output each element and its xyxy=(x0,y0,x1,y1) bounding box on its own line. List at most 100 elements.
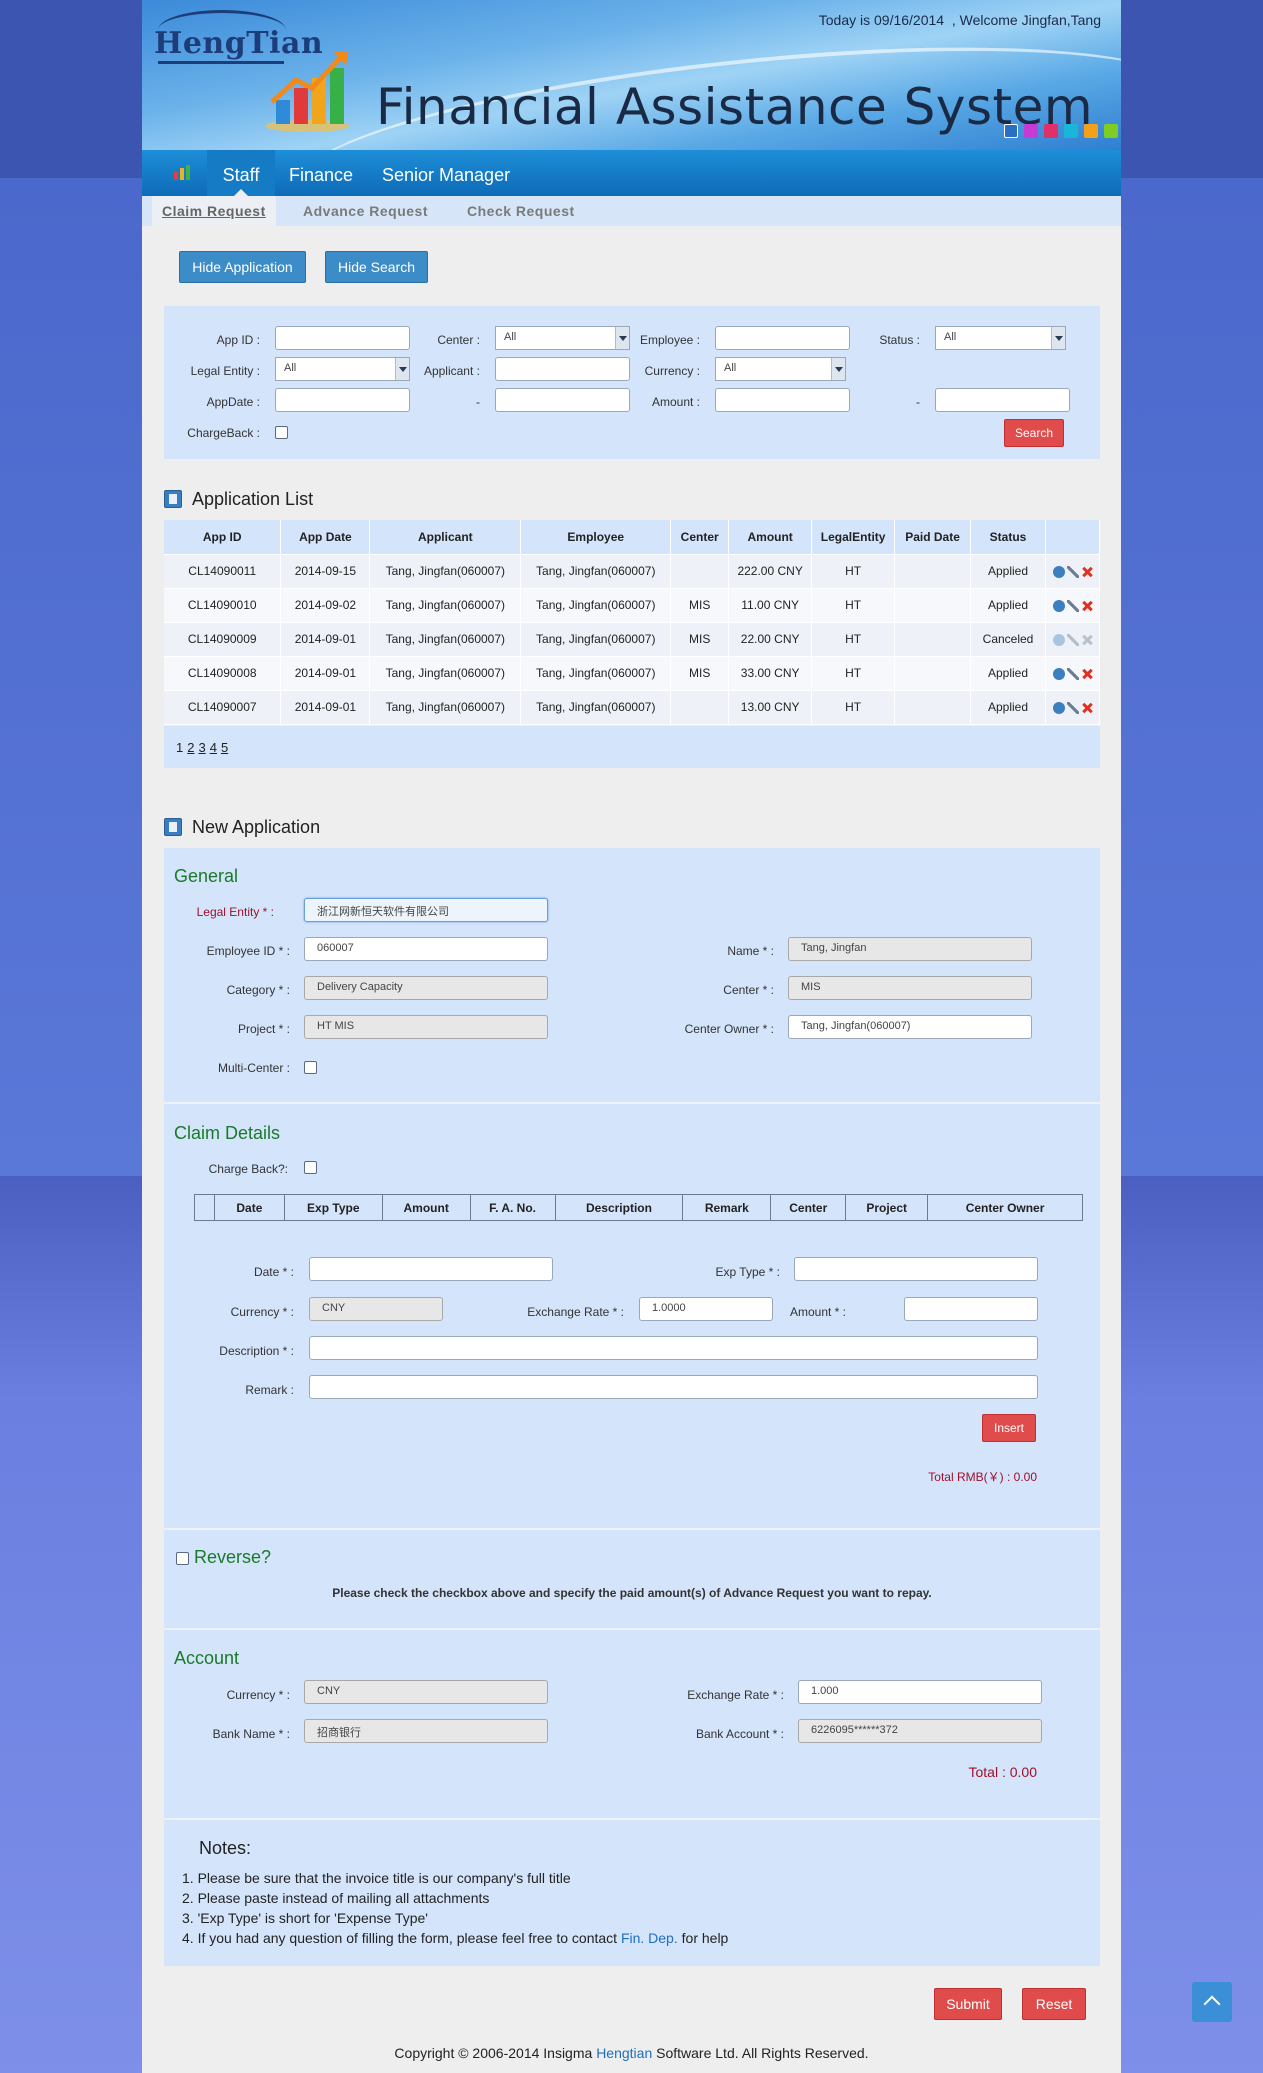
scroll-to-top-icon[interactable] xyxy=(1192,1982,1232,2022)
appdate-dash: - xyxy=(476,395,480,409)
col-employee[interactable]: Employee xyxy=(520,520,672,554)
center-select[interactable]: All xyxy=(495,326,630,350)
wrench-icon[interactable] xyxy=(1066,565,1079,578)
col-paid-date[interactable]: Paid Date xyxy=(894,520,972,554)
account-exchange-rate-field[interactable]: 1.000 xyxy=(798,1680,1042,1704)
theme-green-swatch[interactable] xyxy=(1104,124,1118,138)
hengtian-link[interactable]: Hengtian xyxy=(596,2045,652,2061)
edit-icon[interactable] xyxy=(1052,667,1065,680)
description-field[interactable] xyxy=(309,1336,1038,1360)
col-remark: Remark xyxy=(682,1194,772,1221)
wrench-icon[interactable] xyxy=(1066,667,1079,680)
col-legal-entity[interactable]: LegalEntity xyxy=(811,520,896,554)
cell-app-id[interactable]: CL14090011 xyxy=(164,554,282,588)
multi-center-checkbox[interactable] xyxy=(304,1061,317,1074)
table-row[interactable]: CL14090008 2014-09-01 Tang, Jingfan(0600… xyxy=(164,656,1100,690)
theme-orange-swatch[interactable] xyxy=(1084,124,1098,138)
date-field[interactable] xyxy=(309,1257,553,1281)
col-center[interactable]: Center xyxy=(670,520,730,554)
edit-icon[interactable] xyxy=(1052,565,1065,578)
page-3[interactable]: 3 xyxy=(198,740,205,755)
bank-name-label-text: Bank Name xyxy=(212,1727,276,1741)
fin-dep-link[interactable]: Fin. Dep. xyxy=(621,1930,678,1946)
appdate-to-input[interactable] xyxy=(495,388,630,412)
legal-entity-select[interactable]: All xyxy=(275,357,410,381)
nav-finance[interactable]: Finance xyxy=(289,150,353,196)
theme-cyan-swatch[interactable] xyxy=(1064,124,1078,138)
theme-switcher xyxy=(1004,124,1118,138)
page-1[interactable]: 1 xyxy=(176,740,183,755)
col-amount: Amount xyxy=(381,1194,471,1221)
nav-senior-manager[interactable]: Senior Manager xyxy=(382,150,510,196)
cell-app-id[interactable]: CL14090009 xyxy=(164,622,282,656)
table-row[interactable]: CL14090009 2014-09-01 Tang, Jingfan(0600… xyxy=(164,622,1100,656)
reset-button[interactable]: Reset xyxy=(1022,1988,1086,2020)
charge-back-checkbox[interactable] xyxy=(304,1161,317,1174)
search-button[interactable]: Search xyxy=(1004,419,1064,447)
col-status[interactable]: Status xyxy=(970,520,1046,554)
currency-select[interactable]: All xyxy=(715,357,846,381)
col-amount[interactable]: Amount xyxy=(728,520,813,554)
wrench-icon[interactable] xyxy=(1066,599,1079,612)
theme-pink-swatch[interactable] xyxy=(1044,124,1058,138)
theme-blue-swatch[interactable] xyxy=(1004,124,1018,138)
delete-icon[interactable] xyxy=(1081,566,1093,578)
center-owner-field[interactable]: Tang, Jingfan(060007) xyxy=(788,1015,1032,1039)
employee-input[interactable] xyxy=(715,326,850,350)
cell-app-id[interactable]: CL14090007 xyxy=(164,690,282,724)
col-applicant[interactable]: Applicant xyxy=(369,520,522,554)
cell-app-date: 2014-09-01 xyxy=(280,690,371,724)
name-label: Name * : xyxy=(727,944,774,958)
hide-application-button[interactable]: Hide Application xyxy=(179,251,306,283)
hide-search-button[interactable]: Hide Search xyxy=(325,251,428,283)
col-app-date[interactable]: App Date xyxy=(280,520,371,554)
delete-icon[interactable] xyxy=(1081,668,1093,680)
table-row[interactable]: CL14090010 2014-09-02 Tang, Jingfan(0600… xyxy=(164,588,1100,622)
cell-employee: Tang, Jingfan(060007) xyxy=(520,690,672,724)
status-select[interactable]: All xyxy=(935,326,1066,350)
employee-id-label-text: Employee ID xyxy=(206,944,276,958)
cell-app-id[interactable]: CL14090008 xyxy=(164,656,282,690)
page-2[interactable]: 2 xyxy=(187,740,194,755)
amount-from-input[interactable] xyxy=(715,388,850,412)
edit-icon[interactable] xyxy=(1052,701,1065,714)
cell-app-date: 2014-09-01 xyxy=(280,656,371,690)
app-id-input[interactable] xyxy=(275,326,410,350)
insert-button[interactable]: Insert xyxy=(982,1414,1036,1442)
note-item: 4. If you had any question of filling th… xyxy=(182,1928,728,1948)
home-chart-icon[interactable] xyxy=(172,164,192,182)
cell-app-id[interactable]: CL14090010 xyxy=(164,588,282,622)
chevron-down-icon xyxy=(1051,327,1065,349)
tab-claim-request[interactable]: Claim Request xyxy=(152,196,276,226)
appdate-from-input[interactable] xyxy=(275,388,410,412)
submit-button[interactable]: Submit xyxy=(934,1988,1002,2020)
page-5[interactable]: 5 xyxy=(221,740,228,755)
center-field: MIS xyxy=(788,976,1032,1000)
theme-purple-swatch[interactable] xyxy=(1024,124,1038,138)
edit-icon[interactable] xyxy=(1052,599,1065,612)
amount-to-input[interactable] xyxy=(935,388,1070,412)
tab-check-request[interactable]: Check Request xyxy=(467,196,575,226)
tab-advance-request[interactable]: Advance Request xyxy=(303,196,428,226)
table-row[interactable]: CL14090011 2014-09-15 Tang, Jingfan(0600… xyxy=(164,554,1100,588)
claim-exchange-rate-field[interactable]: 1.0000 xyxy=(639,1297,773,1321)
reverse-checkbox[interactable] xyxy=(176,1552,189,1565)
claim-total-text: Total RMB(￥) : 0.00 xyxy=(928,1470,1037,1484)
exp-type-field[interactable] xyxy=(794,1257,1038,1281)
wrench-icon[interactable] xyxy=(1066,701,1079,714)
employee-id-field[interactable]: 060007 xyxy=(304,937,548,961)
claim-amount-field[interactable] xyxy=(904,1297,1038,1321)
delete-icon[interactable] xyxy=(1081,600,1093,612)
legal-entity-select-value: All xyxy=(284,362,297,374)
remark-field[interactable] xyxy=(309,1375,1038,1399)
legal-entity-field[interactable]: 浙江网新恒天软件有限公司 xyxy=(304,898,548,922)
applicant-input[interactable] xyxy=(495,357,630,381)
table-row[interactable]: CL14090007 2014-09-01 Tang, Jingfan(0600… xyxy=(164,690,1100,724)
bank-account-label-text: Bank Account xyxy=(695,1727,770,1741)
delete-icon[interactable] xyxy=(1081,702,1093,714)
col-app-id[interactable]: App ID xyxy=(164,520,282,554)
reverse-title: Reverse? xyxy=(194,1547,272,1567)
nav-staff[interactable]: Staff xyxy=(207,150,275,196)
chargeback-checkbox[interactable] xyxy=(275,426,288,439)
page-4[interactable]: 4 xyxy=(210,740,217,755)
